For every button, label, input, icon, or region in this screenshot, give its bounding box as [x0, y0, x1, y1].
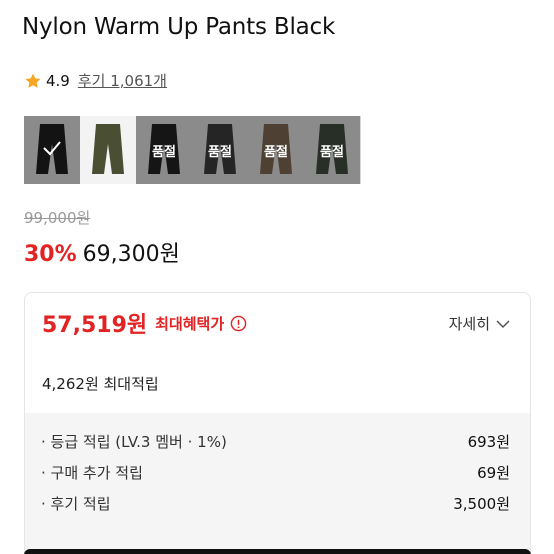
star-icon — [25, 73, 41, 88]
discount-percent: 30% — [24, 242, 77, 267]
swatch-brown-set[interactable]: 품절 — [248, 116, 304, 184]
points-line-value: 3,500원 — [453, 495, 510, 513]
soldout-label: 품절 — [264, 145, 288, 160]
soldout-label: 품절 — [208, 145, 232, 160]
points-line-label: · 구매 추가 적립 — [41, 464, 143, 482]
points-line-value: 693원 — [467, 433, 510, 451]
soldout-label: 품절 — [152, 145, 176, 160]
reviews-link[interactable]: 후기 1,061개 — [78, 70, 167, 91]
points-breakdown: · 등급 적립 (LV.3 멤버 · 1%) 693원 · 구매 추가 적립 6… — [25, 413, 530, 554]
sale-price: 69,300원 — [82, 242, 180, 267]
best-price-row: 57,519원 최대혜택가 — [42, 307, 247, 339]
points-line: · 구매 추가 적립 69원 — [41, 462, 510, 483]
original-price: 99,000원 — [24, 209, 91, 227]
best-price: 57,519원 — [42, 313, 148, 338]
swatch-khaki[interactable] — [80, 116, 136, 184]
check-icon — [43, 141, 61, 156]
points-line: · 등급 적립 (LV.3 멤버 · 1%) 693원 — [41, 431, 510, 452]
rating-row: 4.9 후기 1,061개 — [24, 70, 167, 91]
soldout-label: 품절 — [320, 145, 344, 160]
chevron-down-icon — [496, 319, 510, 328]
swatch-black-set[interactable]: 품절 — [136, 116, 192, 184]
rating-score: 4.9 — [46, 71, 70, 90]
best-price-label: 최대혜택가 — [155, 314, 225, 333]
points-line: · 후기 적립 3,500원 — [41, 493, 510, 514]
points-line-label: · 등급 적립 (LV.3 멤버 · 1%) — [41, 433, 227, 451]
points-line-value: 69원 — [477, 464, 510, 482]
sale-price-row: 30% 69,300원 — [24, 236, 180, 268]
pants-thumbnail-icon — [92, 124, 124, 174]
swatch-charcoal-set[interactable]: 품절 — [192, 116, 248, 184]
info-icon[interactable] — [230, 315, 247, 332]
detail-label: 자세히 — [448, 315, 490, 333]
product-title: Nylon Warm Up Pants Black — [22, 14, 336, 40]
max-points: 4,262원 최대적립 — [42, 375, 159, 393]
bottom-action-bar[interactable] — [24, 549, 531, 554]
swatch-green-set[interactable]: 품절 — [304, 116, 360, 184]
swatch-black[interactable] — [24, 116, 80, 184]
points-line-label: · 후기 적립 — [41, 495, 111, 513]
color-swatches: 품절 품절 품절 품절 — [24, 116, 361, 184]
benefit-card: 57,519원 최대혜택가 자세히 4,262원 최대적립 · 등급 적립 (L… — [24, 292, 531, 554]
detail-toggle[interactable]: 자세히 — [449, 313, 510, 334]
